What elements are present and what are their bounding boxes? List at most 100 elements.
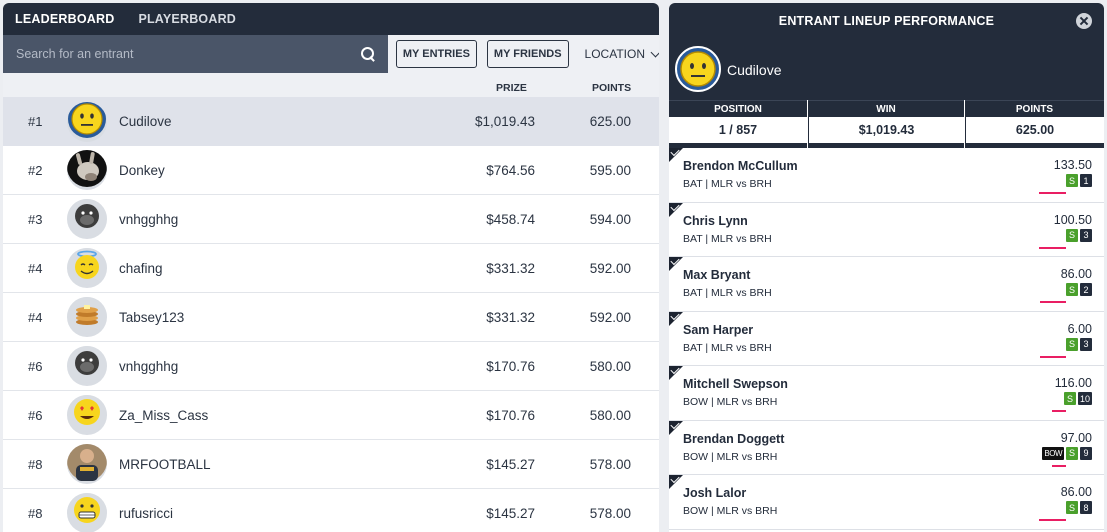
entrant-rank: #4 — [28, 309, 43, 325]
table-row[interactable]: #4 Tabsey123 $331.32 592.00 — [3, 293, 659, 342]
close-icon[interactable] — [1076, 13, 1092, 29]
stat-win-value: $1,019.43 — [808, 117, 964, 144]
progress-bar — [1039, 519, 1066, 521]
search-icon[interactable] — [360, 46, 376, 62]
table-row[interactable]: #6 Za_Miss_Cass $170.76 580.00 — [3, 391, 659, 440]
entrant-name: Donkey — [119, 162, 165, 178]
heart-eyes-icon — [67, 395, 107, 435]
points-column-header: POINTS — [592, 82, 632, 94]
search-input[interactable] — [16, 47, 360, 61]
player-name: Mitchell Swepson — [683, 377, 788, 391]
player-points: 133.50 — [1053, 158, 1092, 172]
progress-bar — [1039, 246, 1066, 249]
player-points: 86.00 — [1060, 485, 1092, 499]
entrant-points: 625.00 — [589, 114, 631, 129]
gorilla-icon — [67, 199, 107, 239]
entrant-points: 578.00 — [589, 505, 631, 521]
player-name: Max Bryant — [683, 268, 751, 282]
stat-position: POSITION 1 / 857 — [669, 100, 808, 148]
entrant-name: Cudilove — [727, 62, 782, 78]
avatar — [67, 297, 107, 337]
player-badge: 2 — [1080, 283, 1092, 296]
table-row[interactable]: #6 vnhgghhg $170.76 580.00 — [3, 342, 659, 391]
entrant-prize: $170.76 — [486, 407, 535, 423]
location-dropdown[interactable]: LOCATION — [585, 47, 659, 61]
player-badge: 8 — [1080, 501, 1092, 514]
player-info: BOW | MLR vs BRH — [683, 505, 778, 517]
table-row[interactable]: #3 vnhgghhg $458.74 594.00 — [3, 195, 659, 244]
player-badge: S — [1066, 446, 1078, 460]
entrant-prize: $458.74 — [486, 211, 535, 227]
avatar — [67, 346, 107, 386]
entrant-rank: #3 — [28, 211, 43, 227]
entrant-rank: #8 — [28, 505, 43, 521]
list-item[interactable]: Mitchell Swepson BOW | MLR vs BRH 116.00 S 1… — [669, 364, 1104, 421]
player-badge: 3 — [1080, 228, 1092, 242]
avatar — [67, 101, 107, 142]
entrant-prize: $331.32 — [486, 309, 535, 325]
stat-win: WIN $1,019.43 — [808, 100, 965, 148]
player-badge: S — [1066, 228, 1078, 242]
avatar — [67, 493, 107, 532]
player-badge: S — [1066, 501, 1078, 514]
pancakes-icon — [67, 297, 107, 337]
player-badge: 10 — [1077, 392, 1092, 405]
player-points: 97.00 — [1060, 430, 1092, 445]
entrant-points: 580.00 — [589, 407, 631, 423]
entrant-prize: $145.27 — [486, 456, 535, 472]
player-name: Josh Lalor — [683, 486, 747, 500]
player-name: Sam Harper — [683, 322, 754, 337]
my-entries-button[interactable]: MY ENTRIES — [395, 40, 477, 68]
player-badges: S1 — [1066, 174, 1092, 187]
stat-points: POINTS 625.00 — [965, 100, 1104, 148]
table-row[interactable]: #8 MRFOOTBALL $145.27 578.00 — [3, 440, 659, 489]
player-badges: BOW S 9 — [1042, 446, 1092, 460]
player-badge: 3 — [1080, 337, 1092, 351]
entrant-points: 580.00 — [589, 358, 631, 374]
tab-playerboard[interactable]: PLAYERBOARD — [138, 12, 236, 26]
location-label: LOCATION — [584, 47, 645, 61]
avatar — [67, 444, 107, 484]
donkey-photo-icon — [67, 150, 107, 190]
list-item[interactable]: Brendon McCullum BAT | MLR vs BRH 133.50 S 1 — [669, 146, 1104, 203]
table-row[interactable]: #2 Donkey $764.56 595.00 — [3, 146, 659, 195]
player-badges: S3 — [1066, 228, 1092, 242]
player-info: BAT | MLR vs BRH — [683, 341, 772, 354]
entrant-rank: #8 — [28, 456, 43, 472]
chevron-down-icon — [650, 47, 659, 57]
lineup-panel: ENTRANT LINEUP PERFORMANCE Cudilove POSI… — [669, 3, 1104, 532]
player-points: 86.00 — [1060, 267, 1092, 281]
list-item[interactable]: Josh Lalor BOW | MLR vs BRH 86.00 S 8 — [669, 473, 1104, 530]
entrant-points: 592.00 — [589, 309, 631, 325]
gorilla-icon — [67, 346, 107, 386]
entrant-points: 592.00 — [589, 260, 631, 276]
entrant-rank: #4 — [28, 260, 43, 276]
leaderboard-panel: LEADERBOARD PLAYERBOARD MY ENTRIES MY FR… — [3, 3, 659, 532]
entrant-name: Za_Miss_Cass — [119, 407, 209, 423]
list-item[interactable]: Max Bryant BAT | MLR vs BRH 86.00 S 2 — [669, 255, 1104, 312]
stat-position-label: POSITION — [669, 100, 807, 117]
my-friends-button[interactable]: MY FRIENDS — [486, 40, 569, 68]
entrant-rank: #1 — [28, 114, 43, 129]
stat-points-value: 625.00 — [965, 117, 1104, 144]
lineup-header: ENTRANT LINEUP PERFORMANCE Cudilove POSI… — [669, 3, 1104, 148]
list-item[interactable]: Brendan Doggett BOW | MLR vs BRH 97.00 BOW S… — [669, 419, 1104, 475]
table-row[interactable]: #4 chafing $331.32 592.00 — [3, 244, 659, 293]
player-info: BAT | MLR vs BRH — [683, 287, 772, 299]
entrant-prize: $1,019.43 — [474, 114, 535, 129]
player-name: Brendan Doggett — [683, 431, 785, 446]
player-badge: S — [1066, 174, 1078, 187]
progress-bar — [1040, 301, 1066, 303]
table-row[interactable]: #1 Cudilove $1,019.43 625.00 — [3, 97, 659, 146]
tab-leaderboard[interactable]: LEADERBOARD — [15, 12, 114, 26]
list-item[interactable]: Chris Lynn BAT | MLR vs BRH 100.50 S 3 — [669, 201, 1104, 257]
list-item[interactable]: Sam Harper BAT | MLR vs BRH 6.00 S 3 — [669, 310, 1104, 366]
entrant-prize: $145.27 — [486, 505, 535, 521]
table-row[interactable]: #8 rufusricci $145.27 578.00 — [3, 489, 659, 532]
entrant-name: vnhgghhg — [119, 358, 179, 374]
stat-win-label: WIN — [808, 100, 964, 117]
player-badge: 9 — [1080, 446, 1092, 460]
player-badge: S — [1066, 283, 1078, 296]
stat-points-label: POINTS — [965, 100, 1104, 117]
panel-title: ENTRANT LINEUP PERFORMANCE — [778, 14, 995, 28]
